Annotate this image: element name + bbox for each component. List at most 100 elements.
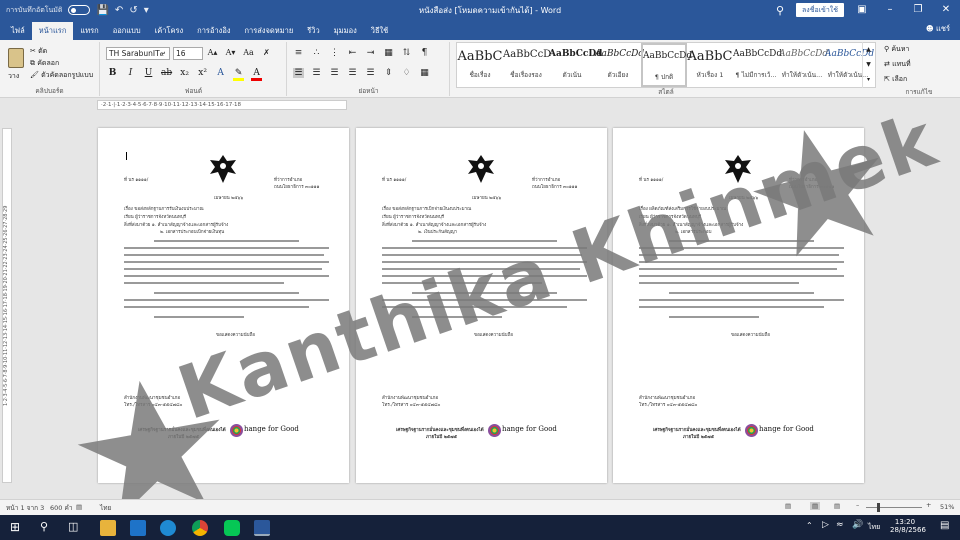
decrease-indent-icon[interactable]: ⇤ — [347, 48, 358, 58]
subscript-icon[interactable]: x₂ — [179, 68, 190, 81]
shrink-font-icon[interactable]: A▾ — [225, 48, 236, 57]
autosave-toggle[interactable] — [68, 5, 91, 15]
align-left-icon[interactable]: ☰ — [293, 68, 304, 78]
shading-icon[interactable]: ♢ — [401, 68, 412, 78]
undo-icon[interactable]: ↶ — [115, 5, 123, 16]
font-name-box[interactable]: TH SarabunIT๙ — [106, 47, 170, 60]
distributed-icon[interactable]: ☰ — [365, 68, 376, 78]
page-count[interactable]: หน้า 1 จาก 3 — [6, 503, 44, 513]
task-view-icon[interactable]: ◫ — [68, 520, 78, 533]
tab-mailings[interactable]: การส่งจดหมาย — [238, 22, 301, 40]
font-color-icon[interactable]: A — [251, 68, 263, 81]
tab-view[interactable]: มุมมอง — [327, 22, 364, 40]
sort-icon[interactable]: ⇅ — [401, 48, 412, 58]
grow-font-icon[interactable]: A▴ — [207, 48, 218, 57]
align-center-icon[interactable]: ☰ — [311, 68, 322, 78]
tab-home[interactable]: หน้าแรก — [31, 22, 74, 40]
zoom-slider[interactable] — [866, 507, 922, 508]
replace-button[interactable]: ⇄ แทนที่ — [884, 57, 911, 72]
maximize-button[interactable]: ❐ — [904, 0, 932, 20]
horizontal-ruler[interactable]: ·2·1·|·1·2·3·4·5·6·7·8·9·10·11·12·13·14·… — [97, 100, 347, 110]
close-button[interactable]: ✕ — [932, 0, 960, 20]
chrome-icon[interactable] — [192, 520, 208, 536]
style-title[interactable]: AaBbC ชื่อเรื่อง — [457, 43, 503, 87]
tab-review[interactable]: รีวิว — [300, 22, 326, 40]
tab-file[interactable]: ไฟล์ — [4, 22, 32, 40]
notification-icon[interactable]: ▤ — [940, 520, 949, 531]
zoom-in-button[interactable]: + — [926, 501, 931, 509]
save-icon[interactable]: 💾 — [96, 5, 108, 16]
document-page[interactable]: ที่ นร ๑๑๑๑/ที่ว่าการอำเภอ ถนนโยธาธิการ ๓… — [356, 128, 607, 483]
multilevel-list-icon[interactable]: ⋮ — [329, 48, 340, 58]
vertical-ruler[interactable]: 1·2·3·4·5·6·7·8·9·10·11·12·13·14·15·16·1… — [2, 128, 12, 483]
paste-label[interactable]: วาง — [8, 71, 19, 82]
bullets-icon[interactable]: ≡ — [293, 48, 304, 58]
strikethrough-icon[interactable]: ab — [161, 68, 172, 81]
word-count[interactable]: 600 คำ — [50, 503, 72, 513]
style-subtitle[interactable]: AaBbCcD ชื่อเรื่องรอง — [503, 43, 551, 87]
network-icon[interactable]: ▷ — [822, 520, 829, 530]
cut-button[interactable]: ✂ ตัด — [30, 45, 93, 57]
line-icon[interactable] — [224, 520, 240, 536]
copy-button[interactable]: ⧉ คัดลอก — [30, 57, 93, 69]
sign-in-button[interactable]: ลงชื่อเข้าใช้ — [796, 3, 844, 17]
increase-indent-icon[interactable]: ⇥ — [365, 48, 376, 58]
thai-distributed-icon[interactable]: ▦ — [383, 48, 394, 58]
superscript-icon[interactable]: x² — [197, 68, 208, 81]
customize-qat-icon[interactable]: ▾ — [144, 5, 149, 16]
align-right-icon[interactable]: ☰ — [329, 68, 340, 78]
tab-references[interactable]: การอ้างอิง — [190, 22, 237, 40]
wifi-icon[interactable]: ≈ — [836, 520, 844, 530]
search-icon[interactable]: ⚲ — [776, 4, 784, 17]
clear-format-icon[interactable]: ✗ — [261, 48, 272, 57]
document-page[interactable]: ที่ นร ๑๑๑๑/ที่ว่าการอำเภอ ถนนโยธาธิการ ๓… — [98, 128, 349, 483]
file-explorer-icon[interactable] — [100, 520, 116, 536]
input-language[interactable]: ไทย — [868, 522, 880, 533]
style-normal[interactable]: AaBbCcDd ¶ ปกติ — [641, 43, 692, 87]
ribbon-display-options-icon[interactable]: ▣ — [848, 0, 876, 20]
word-icon[interactable] — [254, 520, 270, 536]
volume-icon[interactable]: 🔊 — [852, 520, 863, 530]
zoom-slider-thumb[interactable] — [877, 503, 880, 512]
underline-icon[interactable]: U — [143, 68, 154, 81]
clock[interactable]: 13:20 28/8/2566 — [890, 518, 926, 534]
change-case-icon[interactable]: Aa — [243, 48, 254, 57]
style-strong[interactable]: AaBbCcDd ตัวเน้น — [549, 43, 602, 87]
minimize-button[interactable]: – — [876, 0, 904, 20]
style-emphasis[interactable]: AaBbCcDd ตัวเอียง — [595, 43, 644, 87]
find-button[interactable]: ⚲ ค้นหา — [884, 42, 911, 57]
web-layout-icon[interactable]: ▤ — [834, 502, 840, 510]
search-icon[interactable]: ⚲ — [40, 520, 48, 533]
format-painter-button[interactable]: 🖌 ตัวคัดลอกรูปแบบ — [30, 69, 93, 81]
justify-icon[interactable]: ☰ — [347, 68, 358, 78]
bold-icon[interactable]: B — [107, 68, 118, 81]
mail-icon[interactable] — [130, 520, 146, 536]
select-button[interactable]: ⇱ เลือก — [884, 72, 911, 87]
borders-icon[interactable]: ▦ — [419, 68, 430, 78]
tab-insert[interactable]: แทรก — [73, 22, 105, 40]
styles-scroll[interactable]: ▲ ▼ ▾ — [862, 42, 874, 88]
tab-help[interactable]: วิธีใช้ — [364, 22, 396, 40]
italic-icon[interactable]: I — [125, 68, 136, 81]
read-mode-icon[interactable]: ▤ — [785, 502, 791, 510]
highlight-icon[interactable]: ✎ — [233, 68, 245, 81]
edge-icon[interactable] — [160, 520, 176, 536]
proofing-icon[interactable]: ▤ — [76, 503, 82, 511]
paste-icon[interactable] — [8, 48, 24, 68]
tab-layout[interactable]: เค้าโครง — [148, 22, 191, 40]
font-size-box[interactable]: 16 — [173, 47, 203, 60]
start-icon[interactable]: ⊞ — [10, 520, 20, 534]
zoom-out-button[interactable]: – — [856, 501, 859, 509]
print-layout-icon[interactable]: ▤ — [810, 502, 821, 510]
show-marks-icon[interactable]: ¶ — [419, 48, 430, 58]
document-page[interactable]: ที่ นร ๑๑๑๑/ที่ว่าการอำเภอ ถนนโยธาธิการ ๓… — [613, 128, 864, 483]
style-subtle-emphasis[interactable]: AaBbCcDd ทำให้ตัวเน้น... — [779, 43, 828, 87]
numbering-icon[interactable]: ∴ — [311, 48, 322, 58]
share-button[interactable]: ☻ แชร์ — [926, 23, 950, 35]
tab-design[interactable]: ออกแบบ — [106, 22, 148, 40]
line-spacing-icon[interactable]: ⇕ — [383, 68, 394, 78]
zoom-level[interactable]: 51% — [940, 503, 954, 511]
text-effects-icon[interactable]: A — [215, 68, 226, 81]
language-indicator[interactable]: ไทย — [100, 503, 111, 513]
style-no-spacing[interactable]: AaBbCcDd ¶ ไม่มีการเว้... — [733, 43, 782, 87]
